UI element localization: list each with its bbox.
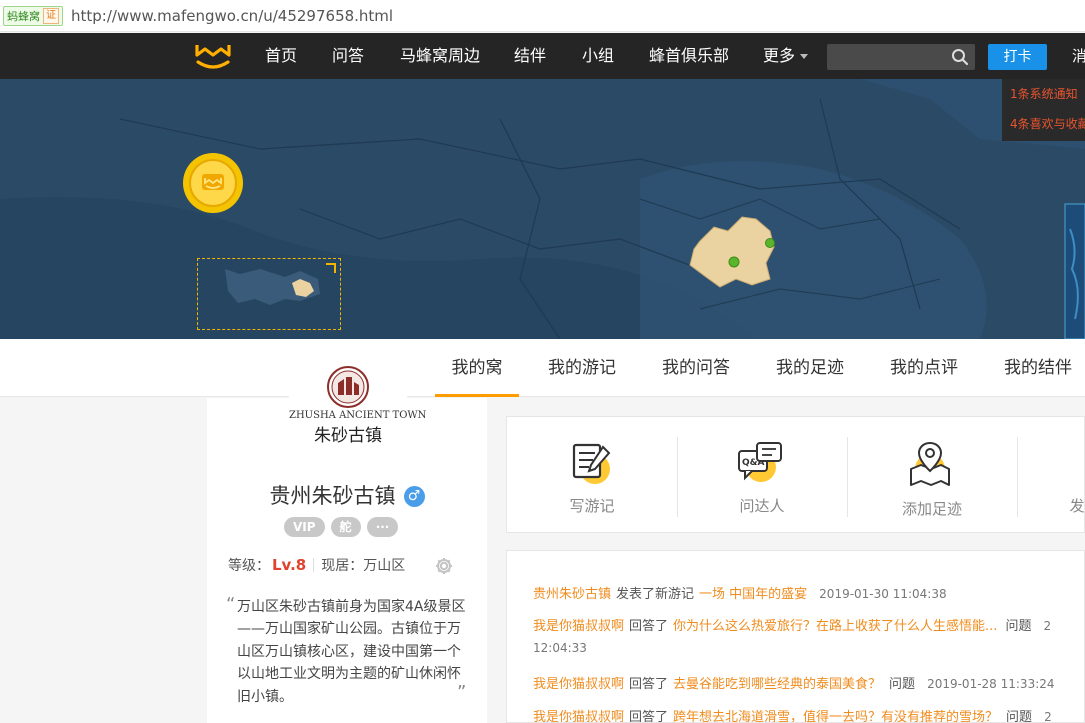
messages-nav[interactable]: 消 (1072, 33, 1085, 79)
quote-close-mark: ” (457, 682, 467, 703)
nav-groups[interactable]: 小组 (582, 33, 614, 79)
feed-title-link[interactable]: 你为什么这么热爱旅行？在路上收获了什么人生感悟能... (673, 619, 997, 634)
more-badges[interactable]: ∙∙∙ (366, 517, 399, 537)
url-text[interactable]: http://www.mafengwo.cn/u/45297658.html (71, 7, 393, 25)
feed-time-continued: 12:04:33 (533, 641, 587, 655)
tab-my-reviews[interactable]: 我的点评 (878, 339, 970, 397)
ask-expert-button[interactable]: Q&A 问达人 (677, 417, 847, 534)
feed-title-link[interactable]: 跨年想去北海道滑雪，值得一去吗？有没有推荐的雪场？ (673, 710, 998, 722)
footprint-map-banner (0, 79, 1085, 339)
nav-qa[interactable]: 问答 (332, 33, 364, 79)
expand-corner-icon[interactable] (326, 263, 336, 273)
qa-bubble-icon: Q&A (738, 442, 782, 482)
feed-user-link[interactable]: 我是你猫叔叔啊 (533, 677, 624, 692)
gold-coin-icon[interactable] (182, 152, 244, 214)
tab-my-home[interactable]: 我的窝 (435, 339, 519, 397)
world-minimap[interactable] (197, 258, 341, 330)
nav-more[interactable]: 更多 (763, 33, 809, 79)
vip-badge[interactable]: VIP (284, 517, 325, 537)
tab-my-travelogues[interactable]: 我的游记 (536, 339, 628, 397)
feed-item: 我是你猫叔叔啊 回答了 去曼谷能吃到哪些经典的泰国美食？ 问题 2019-01-28 1… (533, 677, 1055, 692)
level-value[interactable]: Lv.8 (272, 556, 306, 574)
chevron-down-icon (800, 54, 809, 59)
search-box (827, 44, 975, 70)
feed-item: 我是你猫叔叔啊 回答了 跨年想去北海道滑雪，值得一去吗？有没有推荐的雪场？ 问题 2 (533, 710, 1052, 723)
search-icon[interactable] (951, 48, 969, 66)
top-navigation: 首页 问答 马蜂窝周边 结伴 小组 蜂首俱乐部 更多 打卡 消 (0, 33, 1085, 79)
system-notification-link[interactable]: 1条系统通知 (1002, 79, 1085, 109)
add-footprint-button[interactable]: 添加足迹 (847, 417, 1017, 534)
male-gender-icon: ♂ (403, 486, 425, 507)
browser-address-bar[interactable]: 蚂蜂窝 证 http://www.mafengwo.cn/u/45297658.… (0, 0, 1085, 32)
feed-user-link[interactable]: 我是你猫叔叔啊 (533, 619, 624, 634)
gear-icon[interactable] (434, 556, 454, 576)
nav-club[interactable]: 蜂首俱乐部 (649, 33, 729, 79)
site-badge: 蚂蜂窝 证 (3, 5, 63, 26)
checkin-button[interactable]: 打卡 (988, 44, 1047, 70)
feed-item: 贵州朱砂古镇 发表了新游记 一场 中国年的盛宴 2019-01-30 11:04:38 (533, 587, 947, 602)
likes-favorites-link[interactable]: 4条喜欢与收藏 (1002, 109, 1085, 139)
notification-dropdown: 1条系统通知 4条喜欢与收藏 (1002, 79, 1085, 141)
quote-open-mark: “ (226, 594, 236, 615)
profile-tabs: 我的窝 我的游记 我的问答 我的足迹 我的点评 我的结伴 (0, 339, 1085, 397)
nav-merch[interactable]: 马蜂窝周边 (400, 33, 480, 79)
feed-item: 我是你猫叔叔啊 回答了 你为什么这么热爱旅行？在路上收获了什么人生感悟能... 问题 2 (533, 619, 1052, 634)
activity-feed: 贵州朱砂古镇 发表了新游记 一场 中国年的盛宴 2019-01-30 11:04:38… (506, 550, 1085, 723)
map-pin-icon (910, 441, 950, 486)
verified-badge: 证 (43, 7, 59, 24)
nav-home[interactable]: 首页 (265, 33, 297, 79)
tab-my-qa[interactable]: 我的问答 (650, 339, 742, 397)
china-map-illustration (0, 79, 1085, 339)
profile-bio: 万山区朱砂古镇前身为国家4A级景区——万山国家矿山公园。古镇位于万山区万山镇核心… (237, 599, 466, 705)
post-icon (1075, 437, 1085, 487)
nav-partner[interactable]: 结伴 (514, 33, 546, 79)
logo-text-en: ZHUSHA ANCIENT TOWN (289, 410, 427, 421)
quick-actions: 写游记 Q&A 问达人 添加足迹 发 (506, 416, 1085, 533)
tab-my-footprints[interactable]: 我的足迹 (764, 339, 856, 397)
write-travelogue-button[interactable]: 写游记 (507, 417, 677, 534)
logo-text-cn: 朱砂古镇 (314, 426, 382, 446)
feed-title-link[interactable]: 去曼谷能吃到哪些经典的泰国美食？ (673, 677, 881, 692)
tab-my-partners[interactable]: 我的结伴 (992, 339, 1084, 397)
feed-user-link[interactable]: 我是你猫叔叔啊 (533, 710, 624, 722)
mafengwo-logo-icon[interactable] (192, 41, 234, 71)
write-scroll-icon (572, 443, 611, 484)
helm-badge[interactable]: 舵 (330, 517, 361, 537)
profile-name: 贵州朱砂古镇 ♂ (207, 480, 487, 510)
avatar[interactable]: ZHUSHA ANCIENT TOWN 朱砂古镇 (289, 355, 427, 461)
feed-title-link[interactable]: 一场 中国年的盛宴 (699, 587, 807, 602)
badge-row: VIP 舵 ∙∙∙ (284, 517, 404, 539)
post-button[interactable]: 发 (1017, 417, 1085, 534)
feed-user-link[interactable]: 贵州朱砂古镇 (533, 587, 611, 602)
level-location-row: 等级： Lv.8 现居： 万山区 (228, 556, 406, 574)
location-value: 万山区 (363, 558, 406, 574)
search-input[interactable] (827, 44, 945, 70)
